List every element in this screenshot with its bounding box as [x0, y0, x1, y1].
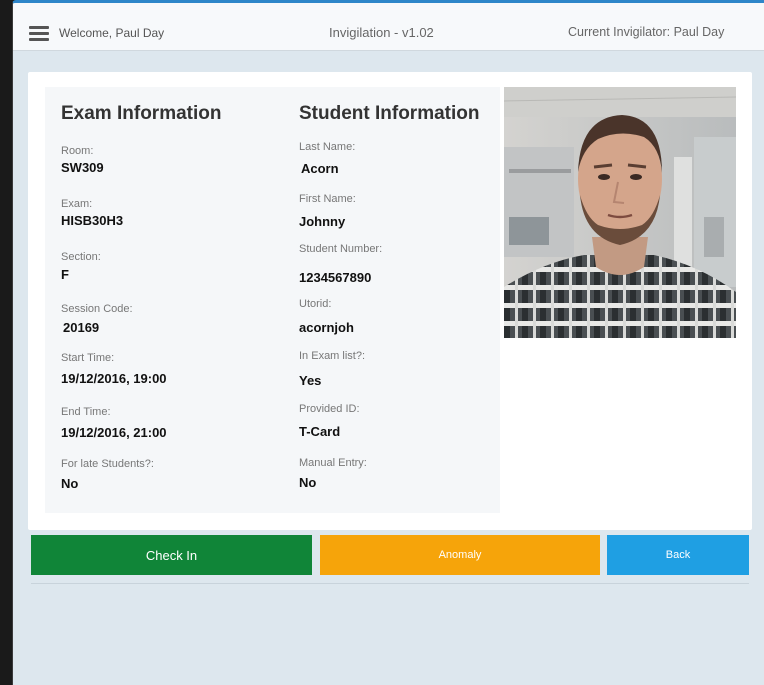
action-bar: Check In Anomaly Back	[31, 535, 749, 577]
exam-label: Exam:	[61, 198, 93, 210]
back-button[interactable]: Back	[607, 535, 749, 575]
utorid-label: Utorid:	[299, 298, 332, 310]
provided-id-label: Provided ID:	[299, 403, 360, 415]
info-panel: Exam Information Room: SW309 Exam: HISB3…	[45, 87, 500, 513]
room-label: Room:	[61, 145, 94, 157]
student-number-value: 1234567890	[299, 270, 372, 285]
section-value: F	[61, 267, 69, 282]
first-name-label: First Name:	[299, 193, 356, 205]
anomaly-button[interactable]: Anomaly	[320, 535, 600, 575]
student-photo-image	[504, 87, 736, 338]
student-photo	[504, 87, 736, 338]
exam-list-value: Yes	[299, 373, 322, 388]
exam-information-title: Exam Information	[61, 103, 222, 124]
end-time-label: End Time:	[61, 406, 111, 418]
end-time-value: 19/12/2016, 21:00	[61, 425, 167, 440]
section-label: Section:	[61, 251, 101, 263]
current-invigilator: Current Invigilator: Paul Day	[568, 25, 725, 39]
start-time-label: Start Time:	[61, 352, 115, 364]
welcome-text: Welcome, Paul Day	[59, 26, 165, 40]
exam-list-label: In Exam list?:	[299, 350, 366, 362]
last-name-value: Acorn	[301, 161, 339, 176]
app-title: Invigilation - v1.02	[329, 25, 434, 40]
student-number-label: Student Number:	[299, 243, 383, 255]
tablet-screen: Welcome, Paul Day Invigilation - v1.02 C…	[12, 0, 764, 685]
last-name-label: Last Name:	[299, 141, 356, 153]
session-code-value: 20169	[63, 320, 100, 335]
hamburger-menu-icon[interactable]	[29, 26, 49, 41]
utorid-value: acornjoh	[299, 320, 354, 335]
provided-id-value: T-Card	[299, 424, 341, 439]
late-students-value: No	[61, 476, 79, 491]
room-value: SW309	[61, 160, 104, 175]
manual-entry-value: No	[299, 475, 317, 490]
top-bar: Welcome, Paul Day Invigilation - v1.02 C…	[13, 3, 764, 51]
check-in-card: Exam Information Room: SW309 Exam: HISB3…	[28, 72, 752, 530]
start-time-value: 19/12/2016, 19:00	[61, 371, 167, 386]
late-students-label: For late Students?:	[61, 458, 154, 470]
check-in-button[interactable]: Check In	[31, 535, 312, 575]
divider	[31, 583, 749, 584]
session-code-label: Session Code:	[61, 303, 133, 315]
student-information-title: Student Information	[299, 103, 480, 124]
manual-entry-label: Manual Entry:	[299, 457, 367, 469]
exam-value: HISB30H3	[61, 213, 124, 228]
first-name-value: Johnny	[299, 214, 346, 229]
